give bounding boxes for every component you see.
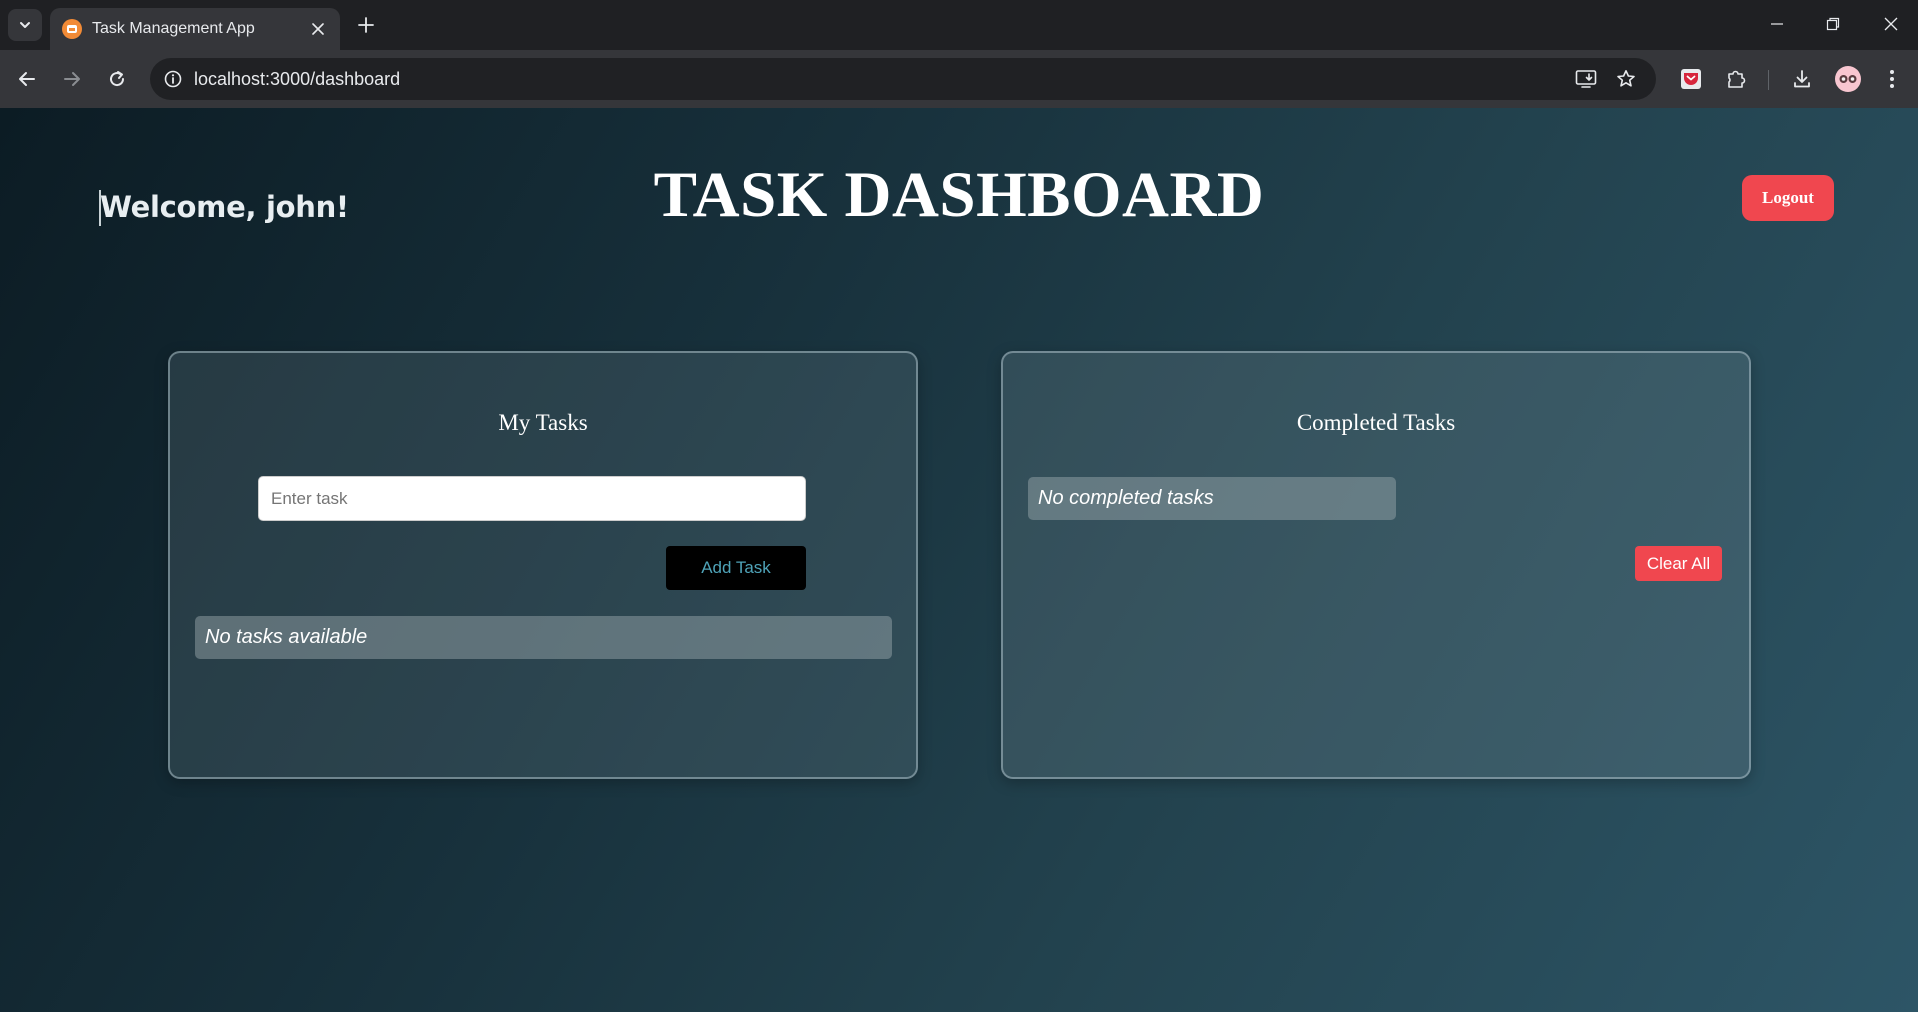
downloads-button[interactable] [1786, 63, 1818, 95]
arrow-right-icon [64, 72, 80, 86]
add-task-button[interactable]: Add Task [666, 546, 806, 590]
download-icon [1794, 70, 1810, 88]
tab-search-button[interactable] [8, 9, 42, 41]
plus-icon [358, 17, 374, 33]
url-text: localhost:3000/dashboard [194, 68, 401, 89]
bookmark-button[interactable] [1608, 61, 1644, 97]
browser-tab-strip: Task Management App [0, 0, 1918, 50]
toolbar-divider [1768, 70, 1769, 90]
avatar-icon [1835, 66, 1861, 92]
new-tab-button[interactable] [352, 11, 380, 39]
pocket-icon [1681, 69, 1701, 89]
browser-tab-active[interactable]: Task Management App [50, 8, 340, 50]
reload-button[interactable] [101, 63, 133, 95]
tab-close-button[interactable] [306, 17, 330, 41]
chevron-down-icon [20, 22, 30, 28]
browser-menu-button[interactable] [1876, 63, 1908, 95]
page-title: TASK DASHBOARD [653, 159, 1265, 231]
forward-button[interactable] [56, 63, 88, 95]
tab-title: Task Management App [92, 20, 255, 37]
page-viewport: Welcome, john! TASK DASHBOARD Logout My … [0, 108, 1918, 1012]
no-tasks-message: No tasks available [195, 616, 892, 659]
site-info-button[interactable] [158, 64, 188, 94]
app-favicon-icon [62, 19, 82, 39]
arrow-left-icon [19, 72, 35, 86]
close-icon [312, 23, 324, 35]
completed-tasks-heading: Completed Tasks [1296, 410, 1456, 435]
install-app-icon [1575, 70, 1597, 88]
extensions-button[interactable] [1720, 63, 1752, 95]
my-tasks-heading: My Tasks [498, 410, 588, 435]
logout-button[interactable]: Logout [1742, 175, 1834, 221]
pocket-extension-button[interactable] [1675, 63, 1707, 95]
task-input[interactable] [258, 476, 806, 521]
install-app-button[interactable] [1568, 61, 1604, 97]
minimize-window-button[interactable] [1760, 8, 1794, 40]
more-vertical-icon [1890, 70, 1894, 88]
no-completed-tasks-message: No completed tasks [1028, 477, 1396, 520]
profile-button[interactable] [1832, 63, 1864, 95]
restore-icon [1826, 17, 1840, 31]
restore-window-button[interactable] [1816, 8, 1850, 40]
close-window-button[interactable] [1874, 8, 1908, 40]
address-bar[interactable]: localhost:3000/dashboard [150, 58, 1656, 100]
info-icon [164, 70, 182, 88]
puzzle-icon [1728, 70, 1746, 88]
close-icon [1884, 17, 1898, 31]
my-tasks-card: My Tasks Add Task No tasks available [168, 351, 918, 779]
completed-tasks-card: Completed Tasks No completed tasks Clear… [1001, 351, 1751, 779]
browser-toolbar: localhost:3000/dashboard [0, 50, 1918, 108]
back-button[interactable] [11, 63, 43, 95]
reload-icon [110, 71, 125, 87]
clear-all-button[interactable]: Clear All [1635, 546, 1722, 581]
minimize-icon [1771, 23, 1783, 25]
star-icon [1617, 70, 1635, 87]
